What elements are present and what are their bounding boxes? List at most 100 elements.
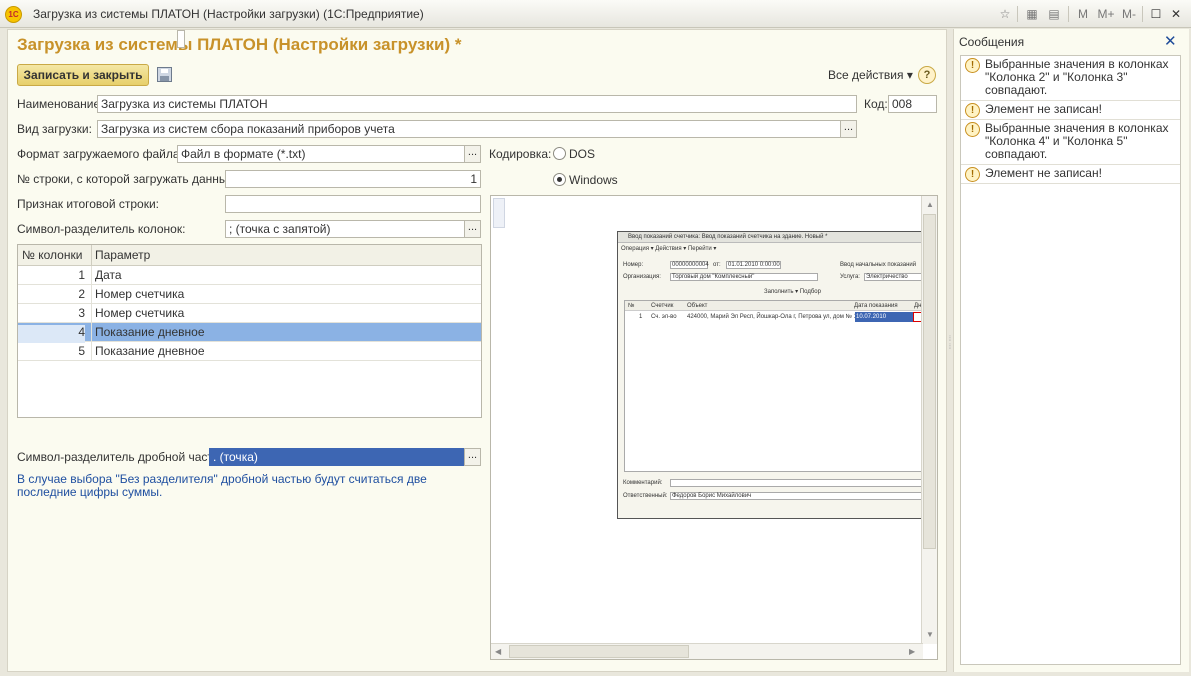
columns-table[interactable]: № колонки Параметр 1 Дата 2 Номер счетчи… xyxy=(17,244,482,418)
load-type-select-button[interactable]: ... xyxy=(840,120,857,138)
message-text: Выбранные значения в колонках "Колонка 2… xyxy=(985,57,1169,97)
scroll-right-icon[interactable]: ▶ xyxy=(909,647,915,656)
scroll-left-icon[interactable]: ◀ xyxy=(495,647,501,656)
memory-m-plus-button[interactable]: M+ xyxy=(1096,6,1116,22)
preview-number-value: 00000000004 xyxy=(670,261,709,269)
panel-splitter-grip[interactable]: ⁞ ⁞ xyxy=(949,336,951,352)
row-number: 3 xyxy=(78,306,85,320)
preview-table-header: № Счетчик Объект Дата показания Днев xyxy=(625,301,921,311)
vertical-scroll-thumb[interactable] xyxy=(923,214,936,549)
preview-table-toolbar: Заполнить ▾ Подбор xyxy=(764,289,821,295)
encoding-dos-radio[interactable] xyxy=(553,147,566,160)
toolbar-separator xyxy=(1017,6,1018,22)
file-preview-area[interactable]: Ввод показаний счетчика: Ввод показаний … xyxy=(490,195,938,660)
code-label: Код: xyxy=(864,97,888,111)
close-window-icon[interactable]: ✕ xyxy=(1168,6,1184,22)
preview-vertical-scrollbar[interactable]: ▲ ▼ xyxy=(921,196,937,644)
toolbar-separator xyxy=(1068,6,1069,22)
code-input[interactable]: 008 xyxy=(888,95,937,113)
all-actions-menu[interactable]: Все действия ▾ xyxy=(828,68,913,82)
preview-row-meter: Сч. эл-во xyxy=(651,314,677,320)
warning-icon: ! xyxy=(965,122,980,137)
save-and-close-button[interactable]: Записать и закрыть xyxy=(17,64,149,86)
message-item[interactable]: ! Элемент не записан! xyxy=(961,101,1180,120)
calculator-icon[interactable]: ▦ xyxy=(1024,6,1040,22)
scroll-up-icon[interactable]: ▲ xyxy=(926,200,934,209)
message-item[interactable]: ! Выбранные значения в колонках "Колонка… xyxy=(961,56,1180,101)
col-separator-input[interactable]: ; (точка с запятой) xyxy=(225,220,465,238)
memory-m-minus-button[interactable]: M- xyxy=(1119,6,1139,22)
messages-title: Сообщения xyxy=(959,35,1025,49)
settings-form: Загрузка из системы ПЛАТОН (Настройки за… xyxy=(7,29,947,672)
cell-separator xyxy=(91,304,92,323)
file-format-input[interactable]: Файл в формате (*.txt) xyxy=(177,145,465,163)
table-row[interactable]: 1 Дата xyxy=(18,266,481,285)
memory-m-button[interactable]: M xyxy=(1075,6,1091,22)
load-type-input[interactable]: Загрузка из систем сбора показаний прибо… xyxy=(97,120,841,138)
col-separator-label: Символ-разделитель колонок: xyxy=(17,222,186,236)
message-item[interactable]: ! Выбранные значения в колонках "Колонка… xyxy=(961,120,1180,165)
preview-toolbar: Операция ▾ Действия ▾ Перейти ▾ xyxy=(621,246,717,252)
chevron-down-icon: ▾ xyxy=(906,68,913,82)
col-number-header[interactable]: № колонки xyxy=(22,248,82,262)
total-row-input[interactable] xyxy=(225,195,481,213)
preview-header: Дата показания xyxy=(854,303,898,309)
horizontal-scroll-thumb[interactable] xyxy=(509,645,689,658)
encoding-windows-label[interactable]: Windows xyxy=(569,173,618,187)
preview-row-date: 10.07.2010 xyxy=(855,312,913,322)
start-row-input[interactable]: 1 xyxy=(225,170,481,188)
preview-header: Счетчик xyxy=(651,303,674,309)
preview-table: № Счетчик Объект Дата показания Днев 1 С… xyxy=(624,300,921,472)
name-input[interactable]: Загрузка из системы ПЛАТОН xyxy=(97,95,857,113)
decimal-separator-input[interactable]: . (точка) xyxy=(209,448,465,466)
preview-header: № xyxy=(628,303,635,309)
message-item[interactable]: ! Элемент не записан! xyxy=(961,165,1180,184)
col-separator-select-button[interactable]: ... xyxy=(464,220,481,238)
preview-responsible-value: Федоров Борис Михайлович xyxy=(670,492,921,500)
warning-icon: ! xyxy=(965,58,980,73)
warning-icon: ! xyxy=(965,167,980,182)
preview-initial-check: Ввод начальных показаний xyxy=(840,262,917,268)
preview-comment-label: Комментарий: xyxy=(623,480,663,486)
start-row-label: № строки, с которой загружать данные: xyxy=(17,172,238,186)
name-label: Наименование: xyxy=(17,97,104,111)
cell-separator xyxy=(91,342,92,361)
preview-org-value: Торговый дом "Комплексный" xyxy=(670,273,818,281)
decimal-separator-select-button[interactable]: ... xyxy=(464,448,481,466)
messages-list[interactable]: ! Выбранные значения в колонках "Колонка… xyxy=(960,55,1181,665)
preview-table-row: 1 Сч. эл-во 424000, Марий Эл Респ, Йошка… xyxy=(625,312,921,322)
parameter-header[interactable]: Параметр xyxy=(95,248,150,262)
scroll-down-icon[interactable]: ▼ xyxy=(926,630,934,639)
load-type-label: Вид загрузки: xyxy=(17,122,92,136)
help-button[interactable]: ? xyxy=(918,66,936,84)
cell-separator xyxy=(91,285,92,304)
save-floppy-icon[interactable] xyxy=(157,67,172,82)
app-logo-icon[interactable]: 1С xyxy=(5,6,22,23)
table-row-selected[interactable]: 4 Показание дневное xyxy=(18,323,481,343)
window-titlebar: 1С Загрузка из системы ПЛАТОН (Настройки… xyxy=(0,0,1191,28)
messages-close-icon[interactable]: ✕ xyxy=(1164,32,1177,50)
cell-separator xyxy=(91,323,92,342)
file-format-input-shadow xyxy=(177,30,185,48)
file-format-select-button[interactable]: ... xyxy=(464,145,481,163)
maximize-icon[interactable]: ☐ xyxy=(1148,6,1164,22)
encoding-dos-label[interactable]: DOS xyxy=(569,147,595,161)
preview-service-value: Электричество xyxy=(864,273,921,281)
total-row-label: Признак итоговой строки: xyxy=(17,197,159,211)
row-number: 2 xyxy=(78,287,85,301)
row-parameter: Номер счетчика xyxy=(95,306,185,320)
preview-date-value: 01.01.2010 0:00:00 xyxy=(726,261,781,269)
file-format-label: Формат загружаемого файла: xyxy=(17,147,183,161)
encoding-label: Кодировка: xyxy=(489,147,552,161)
encoding-windows-radio[interactable] xyxy=(553,173,566,186)
toolbar-separator xyxy=(1142,6,1143,22)
table-row[interactable]: 2 Номер счетчика xyxy=(18,285,481,304)
table-row[interactable]: 5 Показание дневное xyxy=(18,342,481,361)
preview-horizontal-scrollbar[interactable]: ◀ ▶ xyxy=(491,643,923,659)
favorite-star-icon[interactable]: ☆ xyxy=(997,6,1013,22)
message-text: Элемент не записан! xyxy=(985,102,1102,116)
calendar-icon[interactable]: ▤ xyxy=(1046,6,1062,22)
window-title: Загрузка из системы ПЛАТОН (Настройки за… xyxy=(33,7,424,21)
preview-comment-value xyxy=(670,479,921,487)
table-row[interactable]: 3 Номер счетчика xyxy=(18,304,481,323)
